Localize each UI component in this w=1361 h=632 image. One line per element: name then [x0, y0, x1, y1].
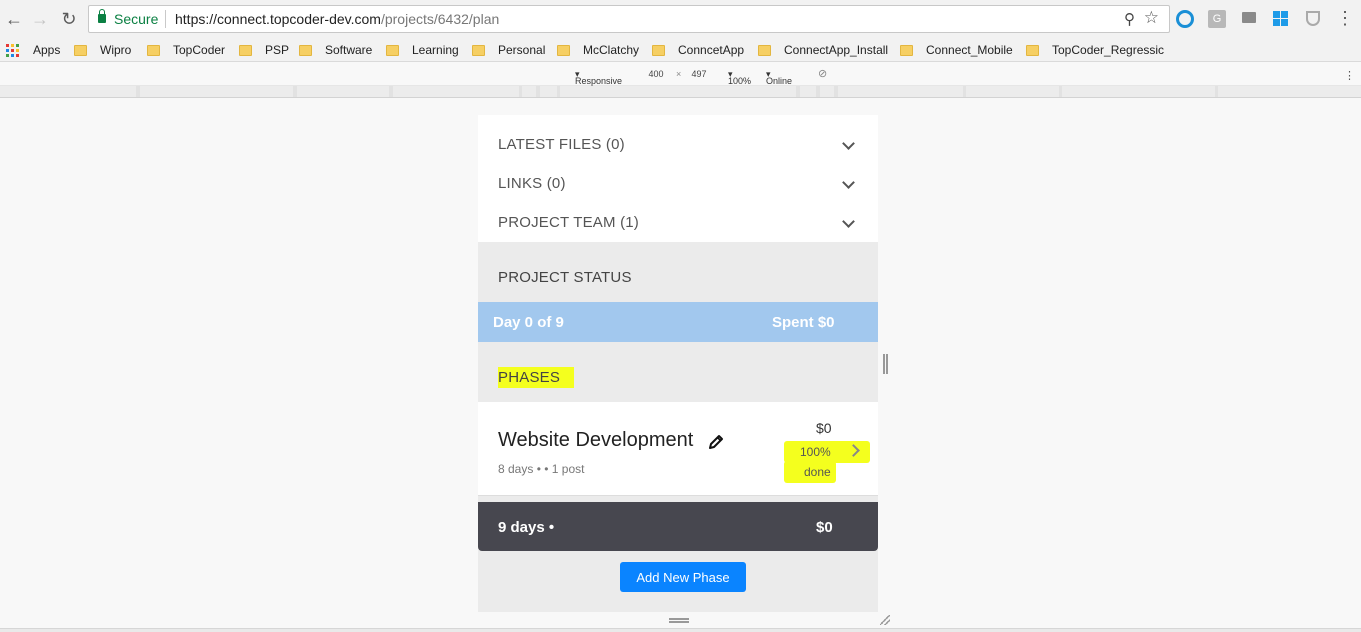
folder-icon [900, 44, 913, 56]
phase-total-bar: 9 days • $0 [478, 502, 878, 551]
folder-icon [386, 44, 399, 56]
phases-heading: PHASES [498, 367, 575, 388]
width-input[interactable]: 400 [641, 69, 671, 79]
phase-meta: 8 days • • 1 post [498, 462, 585, 476]
height-input[interactable]: 497 [684, 69, 714, 79]
windows-icon[interactable] [1273, 11, 1288, 26]
cortana-icon[interactable] [1176, 10, 1194, 28]
rotate-icon[interactable]: ⊘ [818, 67, 827, 80]
lock-icon [98, 9, 106, 23]
secure-label: Secure [114, 11, 159, 27]
folder-icon [239, 44, 252, 56]
device-toolbar: Responsive ▾ 400 × 497 100% ▾ Online ▾ ⊘… [0, 62, 1361, 86]
more-options-icon[interactable]: ⋮ [1344, 69, 1355, 82]
bookmark-folder[interactable]: TopCoder [147, 42, 225, 58]
media-query-ruler [0, 86, 1361, 98]
menu-icon[interactable]: ⋮ [1336, 8, 1354, 29]
accordion-project-team[interactable]: PROJECT TEAM (1) [478, 193, 878, 242]
folder-icon [557, 44, 570, 56]
accordion-links[interactable]: LINKS (0) [478, 154, 878, 193]
bookmark-folder[interactable]: Learning [386, 42, 459, 58]
phase-card[interactable]: Website Development 8 days • • 1 post $0… [478, 402, 878, 496]
bookmarks-bar: Apps Wipro TopCoder PSP Software Learnin… [0, 38, 1361, 62]
phase-progress: 100% [800, 445, 831, 459]
phase-progress-status: done [804, 465, 831, 479]
bookmark-folder[interactable]: Wipro [74, 42, 131, 58]
pencil-icon[interactable] [708, 434, 724, 450]
accordion-latest-files[interactable]: LATEST FILES (0) [478, 115, 878, 154]
folder-icon [472, 44, 485, 56]
zoom-icon[interactable]: ⚲ [1124, 10, 1135, 28]
resize-handle-bottom[interactable] [669, 618, 689, 623]
network-select[interactable]: Online ▾ [766, 69, 792, 86]
bookmark-folder[interactable]: McClatchy [557, 42, 639, 58]
project-status-heading: PROJECT STATUS [498, 269, 632, 286]
folder-icon [147, 44, 160, 56]
shield-icon[interactable] [1306, 11, 1320, 26]
day-progress: Day 0 of 9 [493, 314, 564, 331]
bookmark-apps[interactable]: Apps [6, 42, 60, 58]
url-text[interactable]: https://connect.topcoder-dev.com/project… [175, 11, 499, 27]
resize-handle-corner[interactable] [880, 615, 890, 625]
star-icon[interactable]: ☆ [1144, 8, 1159, 28]
bookmark-folder[interactable]: ConncetApp [652, 42, 744, 58]
add-new-phase-button[interactable]: Add New Phase [620, 562, 746, 592]
device-viewport: LATEST FILES (0) LINKS (0) PROJECT TEAM … [478, 115, 878, 612]
bookmark-folder[interactable]: Personal [472, 42, 545, 58]
bookmark-folder[interactable]: PSP [239, 42, 289, 58]
forward-icon[interactable]: → [29, 8, 51, 30]
folder-icon [1026, 44, 1039, 56]
total-amount: $0 [816, 519, 833, 536]
folder-icon [652, 44, 665, 56]
dimension-separator: × [676, 69, 682, 79]
total-days: 9 days • [498, 519, 555, 536]
bookmark-folder[interactable]: Software [299, 42, 372, 58]
folder-icon [299, 44, 312, 56]
resize-handle-right[interactable] [883, 354, 888, 374]
bookmark-folder[interactable]: TopCoder_Regressic [1026, 42, 1164, 58]
devtools-divider [0, 628, 1361, 632]
chevron-down-icon [842, 215, 855, 228]
project-status-bar: Day 0 of 9 Spent $0 [478, 302, 878, 342]
folder-icon [74, 44, 87, 56]
apps-grid-icon [6, 43, 19, 57]
bookmark-folder[interactable]: Connect_Mobile [900, 42, 1013, 58]
screen-icon[interactable] [1242, 12, 1256, 23]
reload-icon[interactable]: ↻ [58, 8, 80, 30]
back-icon[interactable]: ← [3, 8, 25, 30]
bookmark-folder[interactable]: ConnectApp_Install [758, 42, 888, 58]
phase-budget: $0 [816, 420, 832, 436]
phase-name: Website Development [498, 429, 694, 451]
spent-amount: Spent $0 [772, 314, 835, 331]
chevron-down-icon [842, 176, 855, 189]
grammarly-icon[interactable]: G [1208, 10, 1226, 28]
browser-toolbar: ← → ↻ Secure https://connect.topcoder-de… [0, 0, 1361, 38]
zoom-select[interactable]: 100% ▾ [728, 69, 751, 86]
address-bar[interactable]: Secure https://connect.topcoder-dev.com/… [88, 5, 1170, 33]
device-mode-select[interactable]: Responsive ▾ [575, 69, 622, 86]
chevron-down-icon [842, 137, 855, 150]
folder-icon [758, 44, 771, 56]
